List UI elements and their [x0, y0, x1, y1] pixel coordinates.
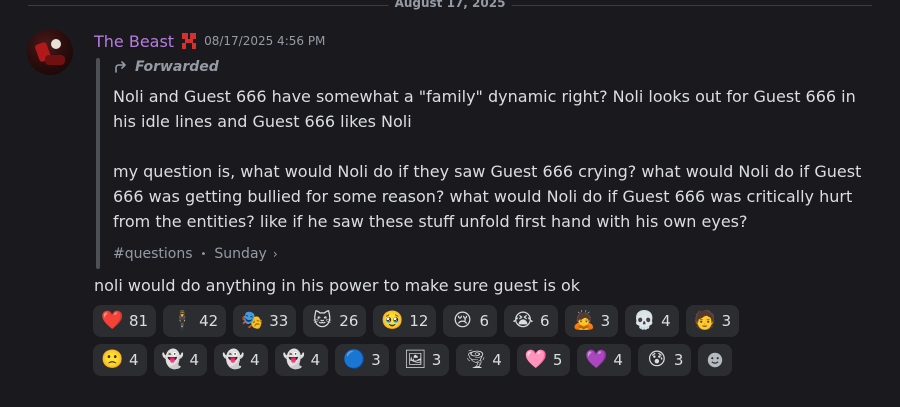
forwarded-text: Forwarded	[135, 59, 219, 75]
reaction-chip[interactable]: ❤️ 81	[93, 305, 157, 337]
add-reaction-button[interactable]	[698, 344, 733, 376]
pleading-face-icon: 🥹	[381, 310, 404, 331]
custom-smoke-icon: 🌪	[464, 349, 488, 370]
reaction-chip[interactable]: 🙇 3	[564, 305, 619, 337]
reaction-chip[interactable]: 😭 6	[504, 305, 558, 337]
custom-photo-icon: 🧑	[693, 310, 717, 331]
reaction-chip[interactable]: 👻 4	[214, 344, 268, 376]
custom-skull-icon: 💀	[633, 310, 656, 331]
purple-heart-icon: 💜	[585, 349, 608, 370]
chevron-right-icon: ›	[272, 247, 278, 261]
date-divider: August 17, 2025	[28, 0, 872, 10]
message-header: The Beast 08/17/2025 4:56 PM	[94, 30, 325, 52]
reaction-count: 42	[199, 312, 219, 330]
reaction-count: 4	[492, 351, 502, 369]
custom-cat-icon: 🐱	[312, 310, 332, 331]
custom-crying-ghost-3-icon: 👻	[282, 349, 306, 370]
reaction-count: 4	[310, 351, 321, 369]
reaction-count: 26	[339, 312, 359, 330]
reaction-count: 12	[409, 312, 429, 330]
reaction-chip[interactable]: 🕴 42	[163, 305, 227, 337]
reaction-count: 3	[673, 351, 684, 369]
person-bowing-icon: 🙇	[572, 310, 595, 331]
reaction-chip[interactable]: 🐱 26	[303, 305, 367, 337]
source-day[interactable]: Sunday	[214, 246, 266, 262]
reactions-row-2: 🙁 4 👻 4 👻 4 👻 4 🔵 3 🖼 3 🌪 4 🩷 5 💜 4 😰 3	[93, 344, 893, 376]
reaction-chip[interactable]: 😰 3	[637, 344, 692, 376]
reaction-chip[interactable]: 🔵 3	[335, 344, 389, 376]
reaction-count: 6	[540, 312, 550, 330]
reaction-chip[interactable]: 🎭 33	[233, 305, 297, 337]
custom-gold-frame-icon: 🖼	[403, 349, 427, 370]
reaction-count: 81	[129, 312, 149, 330]
quoted-paragraph: Noli and Guest 666 have somewhat a "fami…	[113, 87, 856, 131]
timestamp[interactable]: 08/17/2025 4:56 PM	[204, 34, 325, 48]
reaction-count: 4	[613, 351, 623, 369]
separator-dot: •	[200, 248, 207, 260]
reaction-chip[interactable]: 💜 4	[577, 344, 631, 376]
custom-figure-icon: 🕴	[171, 310, 194, 331]
loudly-crying-face-icon: 😭	[512, 310, 534, 331]
custom-blue-ball-icon: 🔵	[343, 349, 366, 370]
reaction-chip[interactable]: 😢 6	[443, 305, 498, 337]
reaction-count: 4	[661, 312, 671, 330]
reaction-chip[interactable]: 🩷 5	[516, 344, 571, 376]
reaction-count: 4	[189, 351, 200, 369]
reaction-chip[interactable]: 👻 4	[153, 344, 208, 376]
reaction-count: 3	[431, 351, 442, 369]
date-divider-label: August 17, 2025	[388, 0, 512, 10]
reaction-chip[interactable]: 💀 4	[625, 305, 679, 337]
reaction-chip[interactable]: 🥹 12	[373, 305, 437, 337]
add-reaction-icon	[708, 352, 723, 368]
custom-crying-ghost-2-icon: 👻	[222, 349, 245, 370]
quoted-paragraph: my question is, what would Noli do if th…	[113, 162, 862, 231]
avatar[interactable]	[27, 29, 73, 75]
reaction-count: 4	[129, 351, 139, 369]
reaction-count: 3	[371, 351, 381, 369]
reaction-chip[interactable]: 🌪 4	[456, 344, 510, 376]
forward-quote-bar	[96, 58, 100, 269]
forwarded-message-content: Noli and Guest 666 have somewhat a "fami…	[113, 84, 883, 234]
pink-heart-icon: 🩷	[524, 349, 548, 370]
red-heart-icon: ❤️	[101, 310, 124, 331]
forwarded-label: Forwarded	[113, 59, 219, 75]
reaction-count: 6	[479, 312, 490, 330]
reaction-chip[interactable]: 🙁 4	[93, 344, 147, 376]
frowning-face-icon: 🙁	[101, 349, 124, 370]
reaction-chip[interactable]: 🖼 3	[395, 344, 450, 376]
message-reply-text: noli would do anything in his power to m…	[94, 276, 581, 295]
source-channel[interactable]: #questions	[113, 246, 193, 262]
reactions-row-1: ❤️ 81 🕴 42 🎭 33 🐱 26 🥹 12 😢 6 😭 6 🙇 3 💀 4 🧑 3	[93, 305, 893, 337]
reaction-count: 3	[721, 312, 732, 330]
username[interactable]: The Beast	[94, 32, 174, 51]
reaction-count: 3	[600, 312, 611, 330]
custom-crying-ghost-icon: 👻	[161, 349, 184, 370]
reaction-chip[interactable]: 👻 4	[274, 344, 329, 376]
reaction-chip[interactable]: 🧑 3	[685, 305, 740, 337]
forward-source[interactable]: #questions • Sunday ›	[113, 246, 278, 262]
reaction-count: 33	[269, 312, 289, 330]
crying-face-icon: 😢	[453, 310, 472, 331]
reaction-count: 5	[552, 351, 563, 369]
performing-arts-icon: 🎭	[241, 310, 264, 331]
custom-nervous-icon: 😰	[647, 349, 667, 370]
reaction-count: 4	[250, 351, 260, 369]
role-icon[interactable]	[180, 31, 198, 51]
forward-arrow-icon	[115, 61, 126, 73]
